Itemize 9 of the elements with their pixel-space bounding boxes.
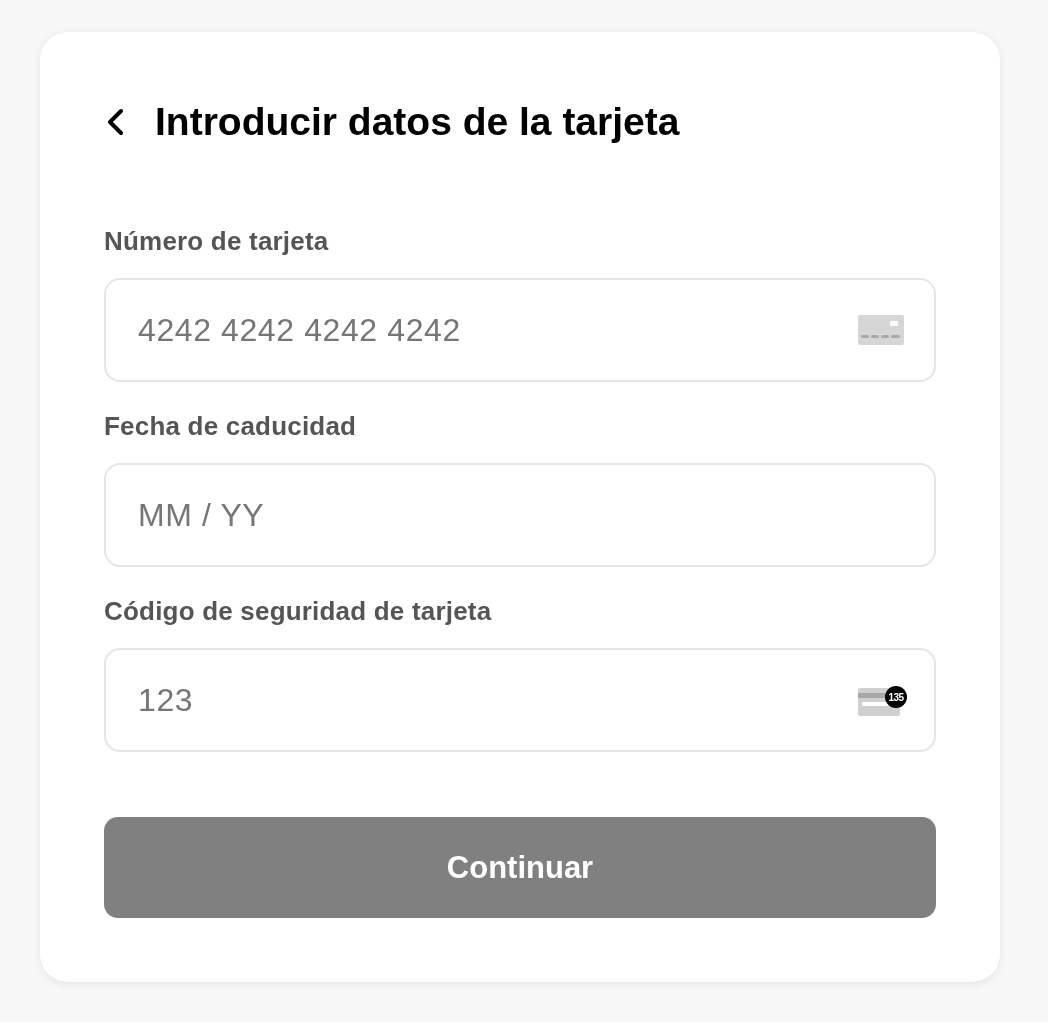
field-label: Número de tarjeta (104, 226, 329, 256)
page-title: Introducir datos de la tarjeta (155, 99, 680, 145)
input-field[interactable]: MM / YY (104, 463, 936, 567)
input-field[interactable]: 4242 4242 4242 4242 (104, 278, 936, 382)
chevron-left-icon (106, 108, 124, 136)
field-label: Código de seguridad de tarjeta (104, 596, 492, 626)
back-button[interactable] (106, 108, 124, 136)
field-label: Fecha de caducidad (104, 411, 357, 441)
credit-card-icon (858, 315, 904, 345)
